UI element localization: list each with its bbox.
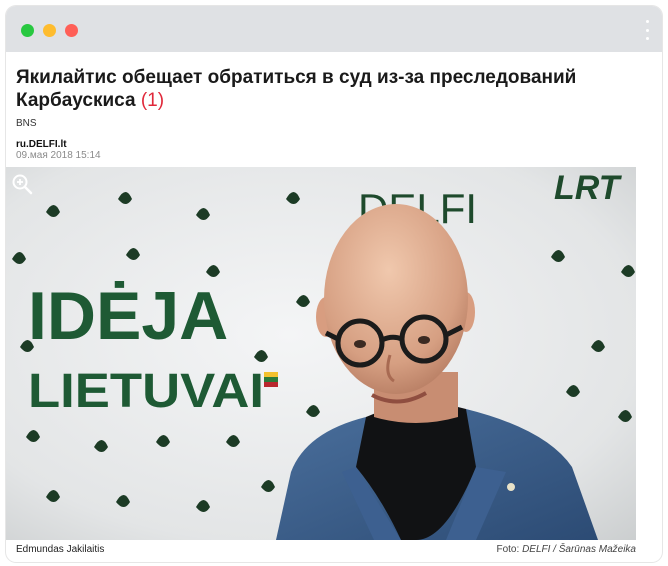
photo-caption: Edmundas Jakilaitis	[16, 544, 105, 555]
kebab-menu-icon[interactable]	[644, 20, 650, 40]
article-source: BNS	[16, 118, 37, 129]
window-minimize-button[interactable]	[43, 24, 56, 37]
backdrop-word-ideja: IDĖJA	[28, 278, 228, 354]
article-title-text: Якилайтис обещает обратиться в суд из-за…	[16, 67, 577, 111]
window-close-button[interactable]	[21, 24, 34, 37]
photo-credit-prefix: Foto:	[496, 544, 523, 555]
window-maximize-button[interactable]	[65, 24, 78, 37]
zoom-in-icon[interactable]	[11, 173, 33, 195]
photo-credit: Foto: DELFI / Šarūnas Mažeika	[496, 544, 636, 555]
backdrop-brand-lrt: LRT	[554, 169, 623, 207]
article-title: Якилайтис обещает обратиться в суд из-за…	[16, 66, 636, 112]
article-site[interactable]: ru.DELFI.lt	[16, 139, 67, 150]
photo-credit-author: DELFI / Šarūnas Mažeika	[522, 544, 636, 555]
backdrop-word-lietuvai: LIETUVAI	[28, 365, 264, 418]
article-photo[interactable]: DELFI LRT IDĖJA LIETUVAI	[6, 167, 636, 540]
article-datetime: 09.мая 2018 15:14	[16, 150, 101, 161]
photo-image: DELFI LRT IDĖJA LIETUVAI	[6, 167, 636, 540]
title-bar	[6, 6, 662, 52]
browser-window: Якилайтис обещает обратиться в суд из-за…	[6, 6, 662, 562]
comment-count-link[interactable]: (1)	[141, 90, 164, 111]
